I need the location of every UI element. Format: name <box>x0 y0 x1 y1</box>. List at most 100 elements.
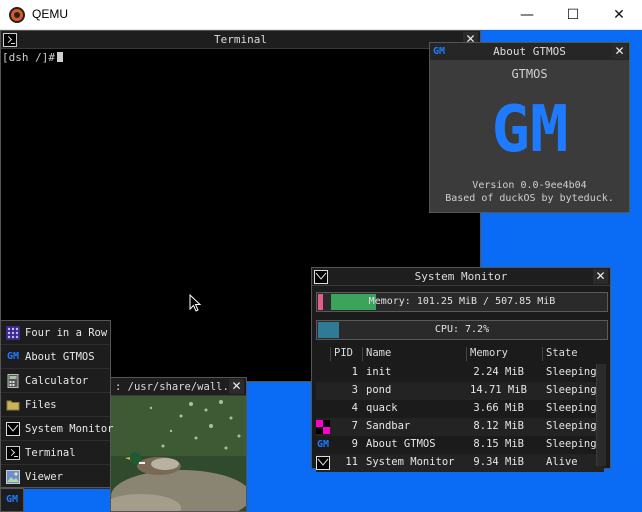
cell-name: About GTMOS <box>366 438 436 450</box>
about-window[interactable]: GM About GTMOS ✕ GTMOS GM Version 0.0-9e… <box>429 42 630 213</box>
cell-state: Sleeping <box>546 366 597 378</box>
gm-icon: GM <box>316 439 330 450</box>
gtmos-logo: GM <box>491 93 568 167</box>
menu-item-label: Calculator <box>25 375 89 387</box>
cell-name: System Monitor <box>366 456 455 468</box>
qemu-icon <box>9 7 25 23</box>
cell-pid: 11 <box>345 456 358 468</box>
sysmon-close-button[interactable]: ✕ <box>593 269 608 284</box>
maximize-button[interactable]: ☐ <box>550 0 596 30</box>
gm-icon: GM <box>6 351 20 362</box>
calculator-icon <box>7 374 19 388</box>
sysmon-icon <box>6 422 20 436</box>
close-button[interactable]: ✕ <box>596 0 642 30</box>
cell-pid: 7 <box>351 420 358 432</box>
gtmos-logo-text: GM <box>491 93 568 163</box>
cell-pid: 1 <box>351 366 358 378</box>
viewer-window[interactable]: : /usr/share/wall... ✕ <box>110 377 247 512</box>
table-row[interactable]: 1 init 2.24 MiB Sleeping <box>316 364 604 382</box>
host-title: QEMU <box>32 7 68 21</box>
grid-icon <box>6 326 20 340</box>
cell-memory: 2.24 MiB <box>473 366 524 378</box>
about-content: GTMOS GM Version 0.0-9ee4b04 Based of du… <box>430 61 629 212</box>
table-row[interactable]: 11 System Monitor 9.34 MiB Alive <box>316 454 604 472</box>
about-close-button[interactable]: ✕ <box>612 44 627 59</box>
memory-meter: Memory: 101.25 MiB / 507.85 MiB <box>316 292 608 312</box>
menu-item-label: Terminal <box>25 447 76 459</box>
sysmon-icon <box>316 456 330 470</box>
gm-icon: GM <box>432 46 446 57</box>
menu-item-system-monitor[interactable]: System Monitor <box>1 417 114 441</box>
system-monitor-window[interactable]: System Monitor ✕ Memory: 101.25 MiB / 50… <box>311 267 611 472</box>
column-name[interactable]: Name <box>362 347 466 361</box>
cell-pid: 9 <box>351 438 358 450</box>
terminal-title: Terminal <box>214 33 267 46</box>
cell-state: Alive <box>546 456 578 468</box>
about-version: Version 0.0-9ee4b04 <box>472 180 587 191</box>
menu-item-label: Four in a Row <box>25 327 108 339</box>
menu-item-label: Files <box>25 399 57 411</box>
menu-item-label: About GTMOS <box>25 351 95 363</box>
cpu-meter: CPU: 7.2% <box>316 320 608 340</box>
menu-item-about-gtmos[interactable]: GM About GTMOS <box>1 345 110 369</box>
terminal-cursor <box>56 52 63 62</box>
terminal-icon <box>6 446 20 460</box>
process-scrollbar[interactable] <box>596 364 606 466</box>
menu-item-calculator[interactable]: Calculator <box>1 369 110 393</box>
menu-item-terminal[interactable]: Terminal <box>1 441 110 465</box>
terminal-titlebar[interactable]: Terminal ✕ <box>1 31 480 49</box>
cell-pid: 4 <box>351 402 358 414</box>
folder-icon <box>6 400 20 411</box>
column-memory[interactable]: Memory <box>466 347 542 361</box>
start-menu: Four in a Row GM About GTMOS Calculator … <box>0 320 114 489</box>
cell-state: Sleeping <box>546 402 597 414</box>
host-titlebar: QEMU — ☐ ✕ <box>0 0 642 30</box>
about-based-on: Based of duckOS by byteduck. <box>445 193 614 204</box>
taskbar-start-button[interactable]: GM <box>0 488 24 512</box>
terminal-prompt-line: [dsh /]# <box>2 51 479 64</box>
column-state[interactable]: State <box>542 347 608 361</box>
viewer-icon <box>6 470 20 484</box>
viewer-close-button[interactable]: ✕ <box>229 379 244 394</box>
cell-state: Sleeping <box>546 384 597 396</box>
cell-name: init <box>366 366 392 378</box>
desktop: Terminal ✕ [dsh /]# GM About GTMOS ✕ GTM… <box>0 30 642 512</box>
about-title: About GTMOS <box>493 45 566 58</box>
memory-meter-label: Memory: 101.25 MiB / 507.85 MiB <box>368 296 556 307</box>
about-titlebar[interactable]: GM About GTMOS ✕ <box>430 43 629 61</box>
cell-name: quack <box>366 402 398 414</box>
table-row[interactable]: 4 quack 3.66 MiB Sleeping <box>316 400 604 418</box>
cell-memory: 8.12 MiB <box>473 420 524 432</box>
cpu-meter-label: CPU: 7.2% <box>434 324 490 335</box>
sysmon-title: System Monitor <box>414 270 508 283</box>
table-row[interactable]: 7 Sandbar 8.12 MiB Sleeping <box>316 418 604 436</box>
sysmon-icon <box>314 270 328 284</box>
cell-memory: 3.66 MiB <box>473 402 524 414</box>
table-row[interactable]: GM 9 About GTMOS 8.15 MiB Sleeping <box>316 436 604 454</box>
cell-state: Sleeping <box>546 438 597 450</box>
menu-item-four-in-a-row[interactable]: Four in a Row <box>1 321 110 345</box>
terminal-prompt: [dsh /]# <box>2 51 55 64</box>
menu-item-viewer[interactable]: Viewer <box>1 465 110 489</box>
checker-icon <box>316 420 330 434</box>
viewer-title: : /usr/share/wall... <box>115 380 242 393</box>
cell-pid: 3 <box>351 384 358 396</box>
mouse-cursor-icon <box>189 294 201 312</box>
table-row[interactable]: 3 pond 14.71 MiB Sleeping <box>316 382 604 400</box>
process-table-header: PID Name Memory State <box>316 346 608 361</box>
menu-item-files[interactable]: Files <box>1 393 110 417</box>
cell-memory: 8.15 MiB <box>473 438 524 450</box>
sysmon-titlebar[interactable]: System Monitor ✕ <box>312 268 610 286</box>
process-table[interactable]: PID Name Memory State 1 init 2.24 MiB Sleep… <box>316 346 608 472</box>
minimize-button[interactable]: — <box>504 0 550 30</box>
terminal-icon <box>3 33 17 47</box>
cell-name: Sandbar <box>366 420 411 432</box>
cell-name: pond <box>366 384 392 396</box>
menu-item-label: Viewer <box>25 471 63 483</box>
viewer-titlebar[interactable]: : /usr/share/wall... ✕ <box>111 378 246 396</box>
gm-icon: GM <box>5 494 19 505</box>
wallpaper-image <box>111 396 246 511</box>
column-pid[interactable]: PID <box>330 347 362 361</box>
duck-photo <box>111 396 246 511</box>
menu-item-label: System Monitor <box>25 423 114 435</box>
